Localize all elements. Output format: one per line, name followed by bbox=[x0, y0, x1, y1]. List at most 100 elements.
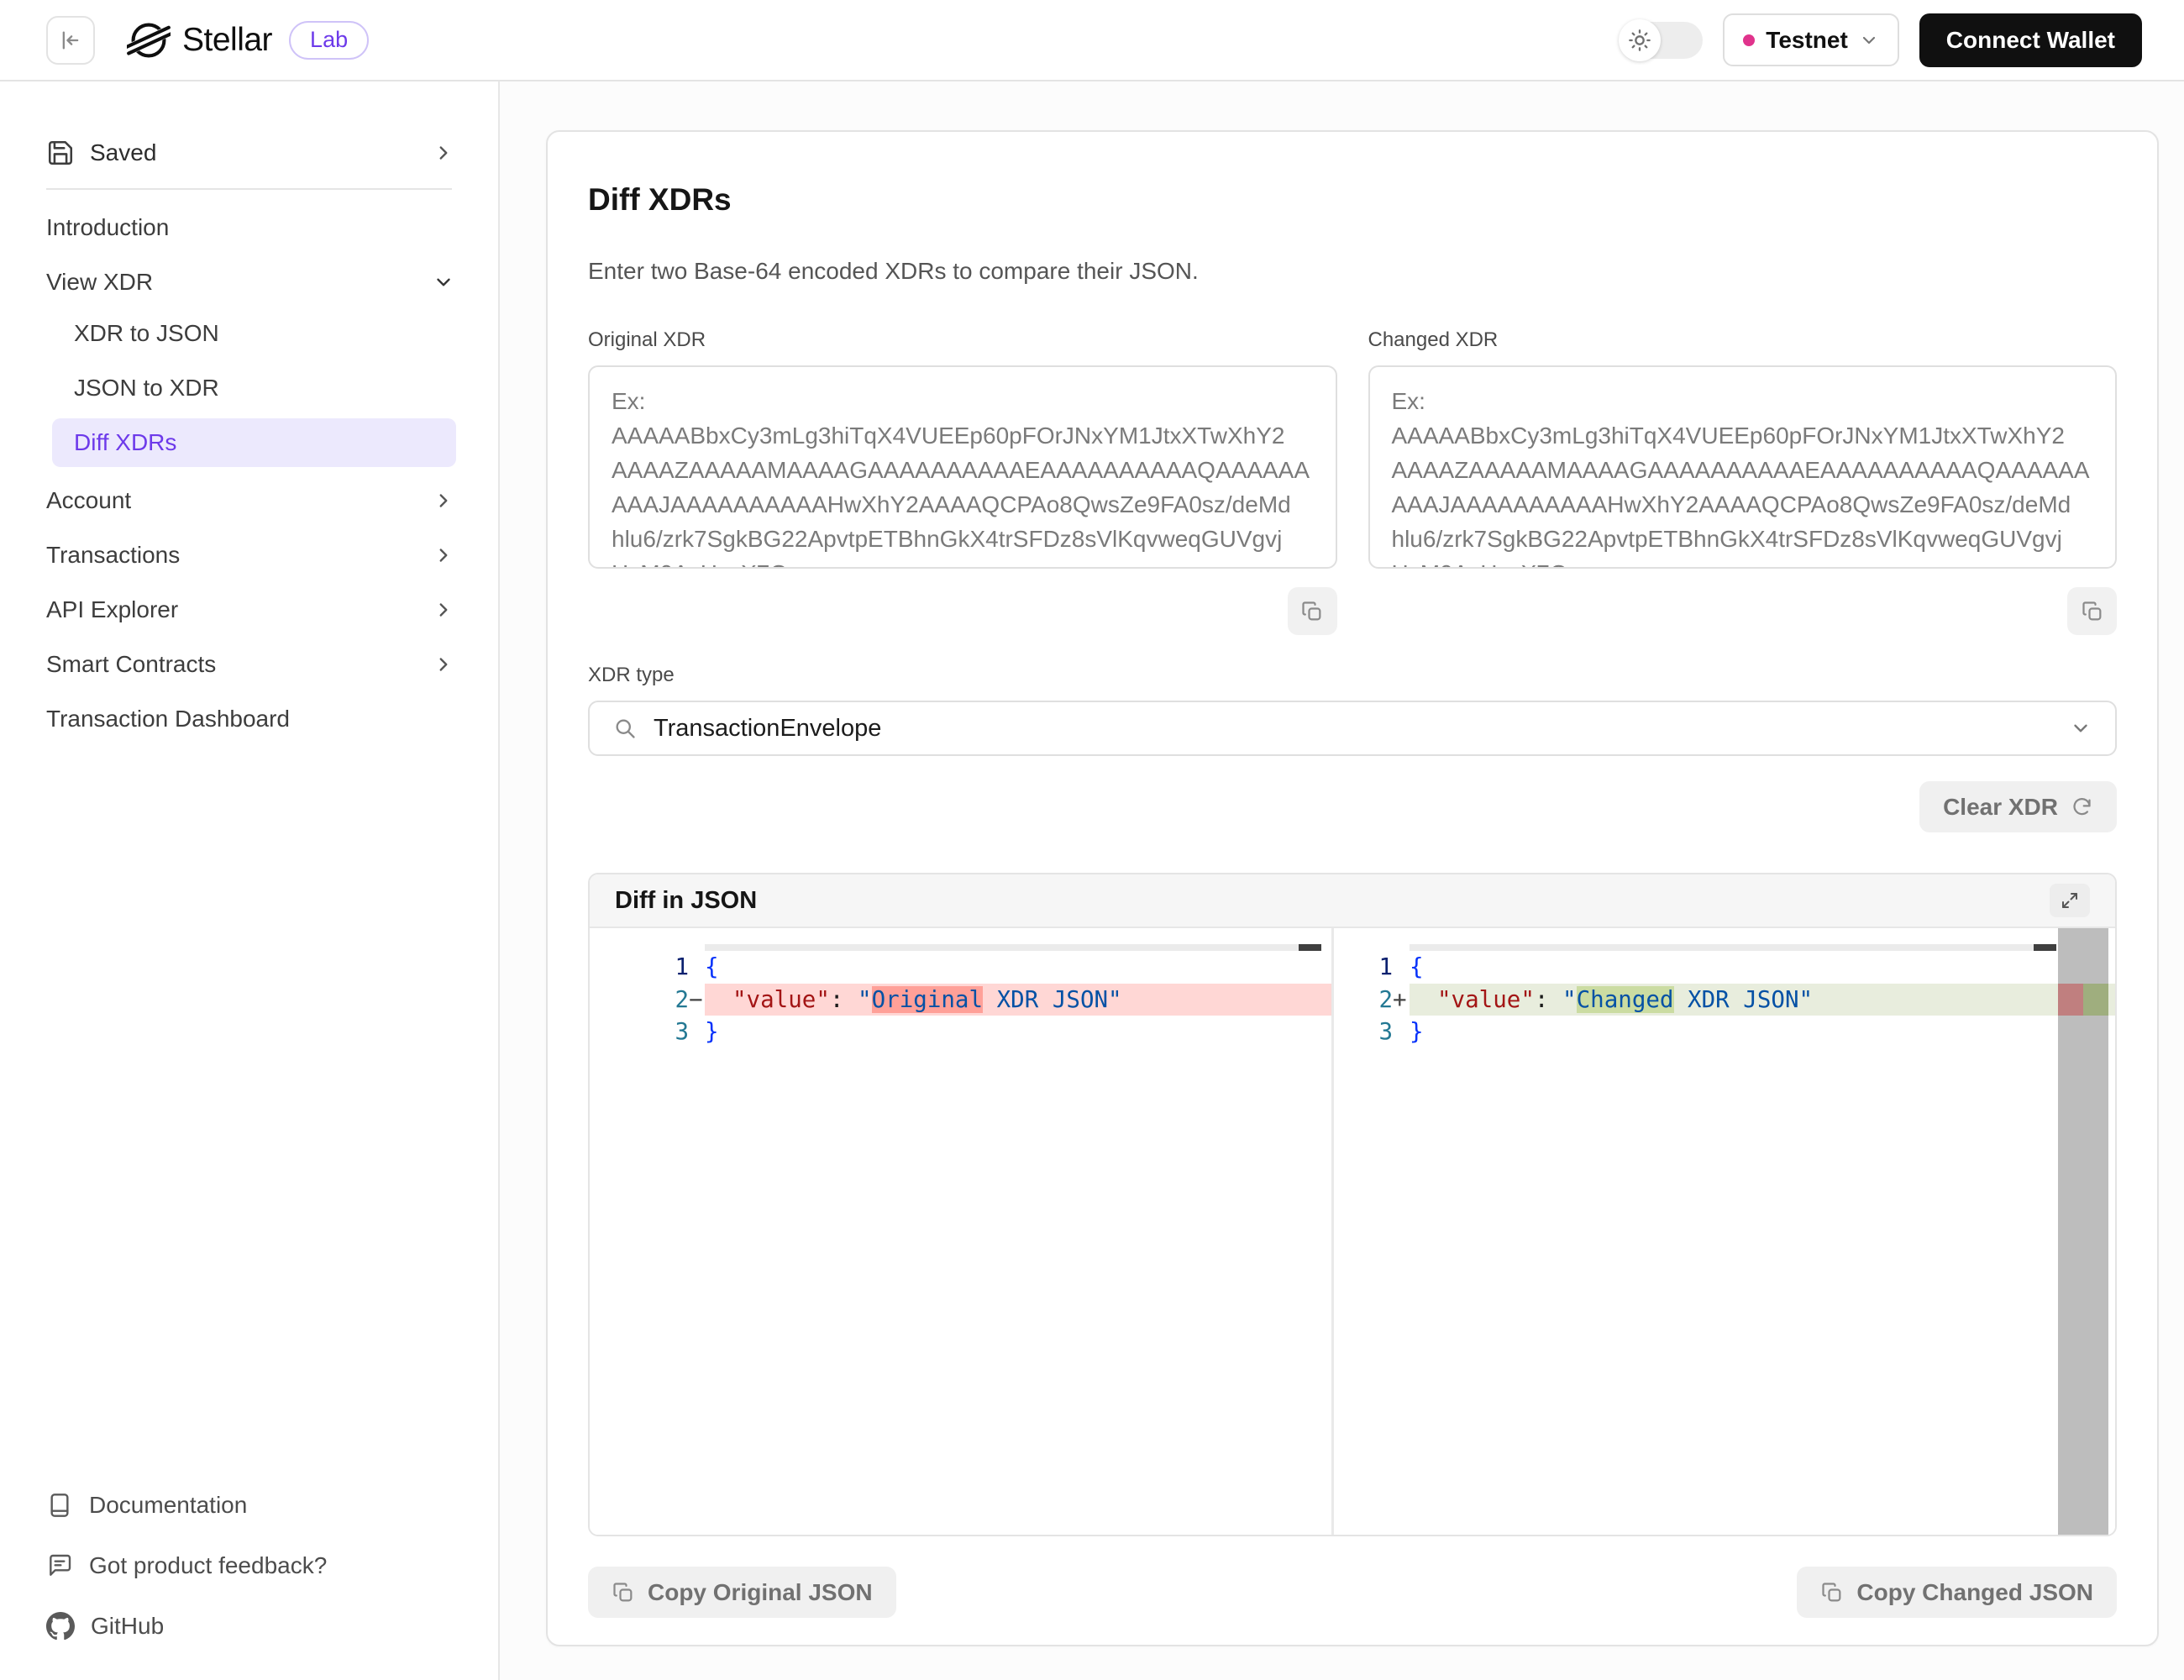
brand-name: Stellar bbox=[182, 22, 272, 59]
diff-original-pane[interactable]: 1 { 2 − "value": "Original XDR JSON" 3 } bbox=[590, 928, 1331, 1535]
line-number: 1 bbox=[590, 951, 689, 984]
sidebar: Saved Introduction View XDR XDR to JSON … bbox=[0, 81, 500, 1680]
changed-xdr-label: Changed XDR bbox=[1368, 328, 2118, 352]
code-line: 3 } bbox=[1334, 1016, 2115, 1048]
code-line: 3 } bbox=[590, 1016, 1331, 1048]
sidebar-item-diff-xdrs[interactable]: Diff XDRs bbox=[52, 418, 456, 467]
sidebar-item-view-xdr[interactable]: View XDR bbox=[0, 255, 498, 309]
brand[interactable]: Stellar Lab bbox=[127, 18, 369, 62]
sidebar-item-label: Account bbox=[46, 487, 131, 514]
theme-toggle[interactable] bbox=[1619, 22, 1703, 59]
code-token: XDR JSON" bbox=[983, 986, 1122, 1013]
xdr-type-label: XDR type bbox=[588, 664, 2117, 687]
copy-icon bbox=[1300, 600, 1324, 623]
sidebar-item-api-explorer[interactable]: API Explorer bbox=[0, 582, 498, 637]
sidebar-footer: Documentation Got product feedback? GitH… bbox=[0, 1475, 498, 1656]
code-token: " bbox=[858, 986, 872, 1013]
sidebar-item-feedback[interactable]: Got product feedback? bbox=[46, 1536, 452, 1596]
code-token: { bbox=[705, 953, 719, 980]
code-token: " bbox=[1562, 986, 1577, 1013]
page-description: Enter two Base-64 encoded XDRs to compar… bbox=[588, 258, 2117, 285]
original-hscrollbar-thumb[interactable] bbox=[1299, 944, 1321, 951]
code-line: 1 { bbox=[590, 951, 1331, 984]
diff-changed-pane[interactable]: 1 { 2 + "value": "Changed XDR JSON" 3 } bbox=[1334, 928, 2115, 1535]
diff-inserted-marker: + bbox=[1393, 984, 1410, 1016]
code-token: : bbox=[1535, 986, 1562, 1013]
chevron-right-icon bbox=[433, 490, 454, 512]
sidebar-item-label: Introduction bbox=[46, 214, 169, 241]
copy-icon bbox=[612, 1581, 635, 1604]
copy-original-json-button[interactable]: Copy Original JSON bbox=[588, 1567, 896, 1618]
sidebar-item-github[interactable]: GitHub bbox=[46, 1596, 452, 1656]
feedback-icon bbox=[46, 1552, 73, 1579]
collapse-sidebar-icon bbox=[59, 29, 82, 52]
sidebar-item-account[interactable]: Account bbox=[0, 473, 498, 528]
code-token: { bbox=[1410, 953, 1424, 980]
sidebar-item-label: Diff XDRs bbox=[74, 429, 176, 456]
chevron-down-icon bbox=[2070, 717, 2092, 739]
connect-wallet-button[interactable]: Connect Wallet bbox=[1919, 13, 2142, 67]
sidebar-divider bbox=[46, 188, 452, 190]
sidebar-item-json-to-xdr[interactable]: JSON to XDR bbox=[52, 364, 456, 412]
expand-icon bbox=[2060, 890, 2080, 911]
sidebar-item-label: Smart Contracts bbox=[46, 651, 216, 678]
copy-changed-xdr-button[interactable] bbox=[2067, 587, 2117, 635]
line-number: 3 bbox=[590, 1016, 689, 1048]
line-number: 3 bbox=[1334, 1016, 1393, 1048]
network-label: Testnet bbox=[1766, 27, 1848, 54]
chevron-down-icon bbox=[1859, 30, 1879, 50]
original-xdr-column: Original XDR bbox=[588, 328, 1337, 635]
clear-xdr-button[interactable]: Clear XDR bbox=[1919, 781, 2117, 832]
code-token: XDR JSON" bbox=[1674, 986, 1814, 1013]
sidebar-item-documentation[interactable]: Documentation bbox=[46, 1475, 452, 1536]
diff-changed-word: Changed bbox=[1577, 986, 1674, 1013]
changed-xdr-input[interactable] bbox=[1368, 365, 2118, 569]
diff-editor: 1 { 2 − "value": "Original XDR JSON" 3 } bbox=[590, 928, 2115, 1535]
sidebar-item-xdr-to-json[interactable]: XDR to JSON bbox=[52, 309, 456, 358]
book-icon bbox=[46, 1492, 73, 1519]
app-header: Stellar Lab Testnet Connect Wallet bbox=[0, 0, 2184, 81]
save-icon bbox=[46, 139, 75, 167]
original-xdr-input[interactable] bbox=[588, 365, 1337, 569]
diff-overview-ruler[interactable] bbox=[2058, 928, 2108, 1535]
original-hscrollbar bbox=[705, 944, 1321, 951]
network-select[interactable]: Testnet bbox=[1723, 13, 1899, 66]
line-number: 2 bbox=[590, 984, 689, 1016]
sidebar-item-label: Saved bbox=[90, 139, 156, 166]
copy-original-xdr-button[interactable] bbox=[1288, 587, 1337, 635]
changed-hscrollbar-thumb[interactable] bbox=[2034, 944, 2056, 951]
line-number: 1 bbox=[1334, 951, 1393, 984]
sidebar-item-transaction-dashboard[interactable]: Transaction Dashboard bbox=[0, 691, 498, 746]
header-right: Testnet Connect Wallet bbox=[1619, 13, 2142, 67]
xdr-type-select[interactable]: TransactionEnvelope bbox=[588, 701, 2117, 756]
sidebar-item-label: API Explorer bbox=[46, 596, 178, 623]
github-icon bbox=[46, 1612, 75, 1641]
search-icon bbox=[613, 717, 637, 740]
sidebar-item-smart-contracts[interactable]: Smart Contracts bbox=[0, 637, 498, 691]
diff-json-title: Diff in JSON bbox=[615, 887, 757, 915]
sidebar-item-saved[interactable]: Saved bbox=[0, 125, 498, 180]
collapse-sidebar-button[interactable] bbox=[46, 16, 95, 65]
code-line: 1 { bbox=[1334, 951, 2115, 984]
sidebar-item-introduction[interactable]: Introduction bbox=[0, 200, 498, 255]
ruler-deleted-mark bbox=[2058, 984, 2083, 1016]
sidebar-item-label: Documentation bbox=[89, 1492, 247, 1519]
page-title: Diff XDRs bbox=[588, 182, 2117, 218]
diff-footer-buttons: Copy Original JSON Copy Changed JSON bbox=[588, 1567, 2117, 1618]
code-token: "value" bbox=[1437, 986, 1535, 1013]
clear-xdr-label: Clear XDR bbox=[1943, 794, 2058, 821]
lab-badge: Lab bbox=[289, 21, 369, 60]
chevron-down-icon bbox=[433, 271, 454, 293]
copy-original-json-label: Copy Original JSON bbox=[648, 1579, 873, 1606]
expand-diff-button[interactable] bbox=[2050, 884, 2090, 917]
theme-knob bbox=[1619, 19, 1661, 61]
sidebar-item-transactions[interactable]: Transactions bbox=[0, 528, 498, 582]
chevron-right-icon bbox=[433, 654, 454, 675]
code-line-deleted: 2 − "value": "Original XDR JSON" bbox=[590, 984, 1331, 1016]
diff-json-header: Diff in JSON bbox=[590, 874, 2115, 928]
diff-json-panel: Diff in JSON 1 { bbox=[588, 873, 2117, 1536]
copy-changed-json-button[interactable]: Copy Changed JSON bbox=[1797, 1567, 2117, 1618]
changed-hscrollbar bbox=[1410, 944, 2056, 951]
diff-changed-word: Original bbox=[872, 986, 983, 1013]
code-token: "value" bbox=[732, 986, 830, 1013]
